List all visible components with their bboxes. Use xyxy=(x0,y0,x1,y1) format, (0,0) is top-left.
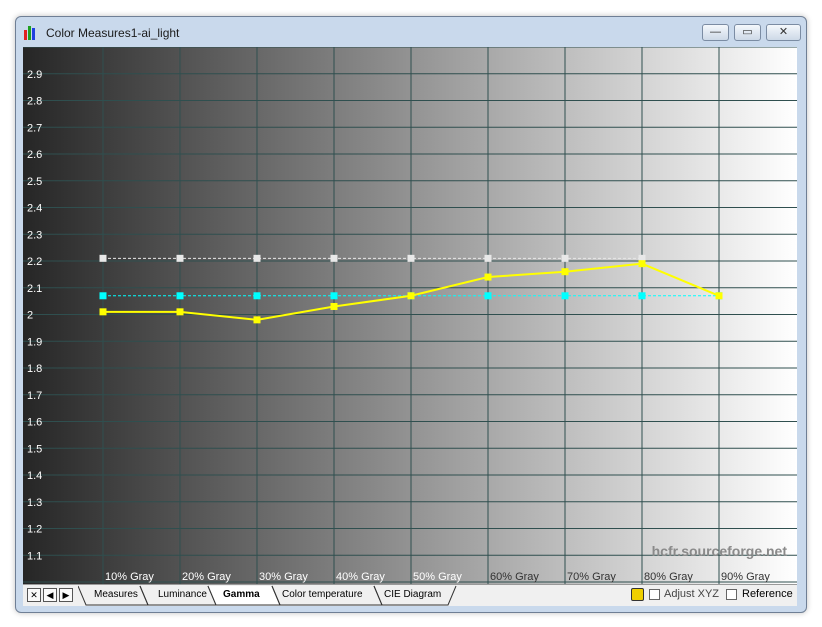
adjust-xyz-checkbox[interactable] xyxy=(649,589,660,600)
reference-checkbox[interactable] xyxy=(726,589,737,600)
watermark: hcfr.sourceforge.net xyxy=(652,543,788,559)
y-tick-label: 1.5 xyxy=(27,443,42,455)
minimize-icon: — xyxy=(710,26,721,38)
app-window: Color Measures1-ai_light — ▭ ✕ 2.9 2.8 2.7… xyxy=(15,16,807,613)
x-tick-label: 90% Gray xyxy=(721,571,770,583)
x-tick-label: 60% Gray xyxy=(490,571,539,583)
gamma-chart: 2.9 2.8 2.7 2.6 2.5 2.4 2.3 2.2 2.1 2 1.9 1.8 1.7 1.6… xyxy=(23,47,797,584)
data-point xyxy=(638,292,646,300)
data-point xyxy=(176,292,184,300)
y-tick-label: 2 xyxy=(27,310,33,322)
y-tick-label: 1.3 xyxy=(27,497,42,509)
restore-button[interactable]: ▭ xyxy=(734,24,761,41)
data-point xyxy=(638,260,646,268)
tab-luminance[interactable]: Luminance xyxy=(158,589,207,600)
y-tick-label: 2.5 xyxy=(27,176,42,188)
y-tick-label: 2.4 xyxy=(27,203,42,215)
y-tick-label: 1.9 xyxy=(27,336,42,348)
data-point xyxy=(484,254,492,262)
y-tick-label: 1.8 xyxy=(27,363,42,375)
y-tick-label: 1.1 xyxy=(27,550,42,562)
data-point xyxy=(99,254,107,262)
y-tick-label: 2.6 xyxy=(27,149,42,161)
data-point xyxy=(253,254,261,262)
data-point xyxy=(176,308,184,316)
data-point xyxy=(330,302,338,310)
title-bar[interactable]: Color Measures1-ai_light — ▭ ✕ xyxy=(16,17,806,47)
bar-chart-icon xyxy=(24,26,38,40)
arrow-right-icon: ▶ xyxy=(62,590,70,600)
window-title: Color Measures1-ai_light xyxy=(46,26,180,40)
tab-color-temperature[interactable]: Color temperature xyxy=(282,589,363,600)
data-point xyxy=(715,292,723,300)
y-tick-label: 2.8 xyxy=(27,96,42,108)
gamma-chart-area: 2.9 2.8 2.7 2.6 2.5 2.4 2.3 2.2 2.1 2 1.9 1.8 1.7 1.6… xyxy=(23,47,797,584)
y-tick-label: 1.2 xyxy=(27,524,42,536)
x-tick-label: 10% Gray xyxy=(105,571,154,583)
y-tick-label: 1.4 xyxy=(27,470,42,482)
x-tick-label: 40% Gray xyxy=(336,571,385,583)
y-tick-label: 2.9 xyxy=(27,69,42,81)
data-point xyxy=(253,292,261,300)
y-tick-label: 1.6 xyxy=(27,417,42,429)
close-icon: ✕ xyxy=(778,26,789,38)
data-point xyxy=(99,308,107,316)
y-tick-label: 2.3 xyxy=(27,229,42,241)
y-tick-label: 1.7 xyxy=(27,390,42,402)
tab-gamma[interactable]: Gamma xyxy=(223,589,260,600)
close-button[interactable]: ✕ xyxy=(766,24,801,41)
next-tab-button[interactable]: ▶ xyxy=(59,588,73,602)
data-point xyxy=(484,273,492,281)
close-view-button[interactable]: ✕ xyxy=(27,588,41,602)
y-tick-label: 2.7 xyxy=(27,122,42,134)
data-point xyxy=(330,292,338,300)
reference-label: Reference xyxy=(742,588,793,600)
data-point xyxy=(99,292,107,300)
glasses-icon[interactable] xyxy=(631,588,644,601)
data-point xyxy=(253,316,261,324)
x-tick-label: 20% Gray xyxy=(182,571,231,583)
x-tick-label: 70% Gray xyxy=(567,571,616,583)
y-tick-label: 2.1 xyxy=(27,283,42,295)
arrow-left-icon: ◀ xyxy=(46,590,54,600)
tab-measures[interactable]: Measures xyxy=(94,589,138,600)
status-bar: ✕ ◀ ▶ Measures Luminance Gamma Color tem… xyxy=(23,584,797,606)
minimize-button[interactable]: — xyxy=(702,24,729,41)
restore-icon: ▭ xyxy=(742,26,753,38)
data-point xyxy=(330,254,338,262)
data-point xyxy=(176,254,184,262)
prev-tab-button[interactable]: ◀ xyxy=(43,588,57,602)
tab-cie-diagram[interactable]: CIE Diagram xyxy=(384,589,441,600)
adjust-xyz-label: Adjust XYZ xyxy=(664,588,720,600)
data-point xyxy=(484,292,492,300)
data-point xyxy=(407,292,415,300)
data-point xyxy=(561,268,569,276)
x-tick-label: 50% Gray xyxy=(413,571,462,583)
data-point xyxy=(561,254,569,262)
x-tick-label: 30% Gray xyxy=(259,571,308,583)
close-view-icon: ✕ xyxy=(30,590,38,600)
x-tick-label: 80% Gray xyxy=(644,571,693,583)
data-point xyxy=(561,292,569,300)
y-tick-label: 2.2 xyxy=(27,256,42,268)
data-point xyxy=(407,254,415,262)
